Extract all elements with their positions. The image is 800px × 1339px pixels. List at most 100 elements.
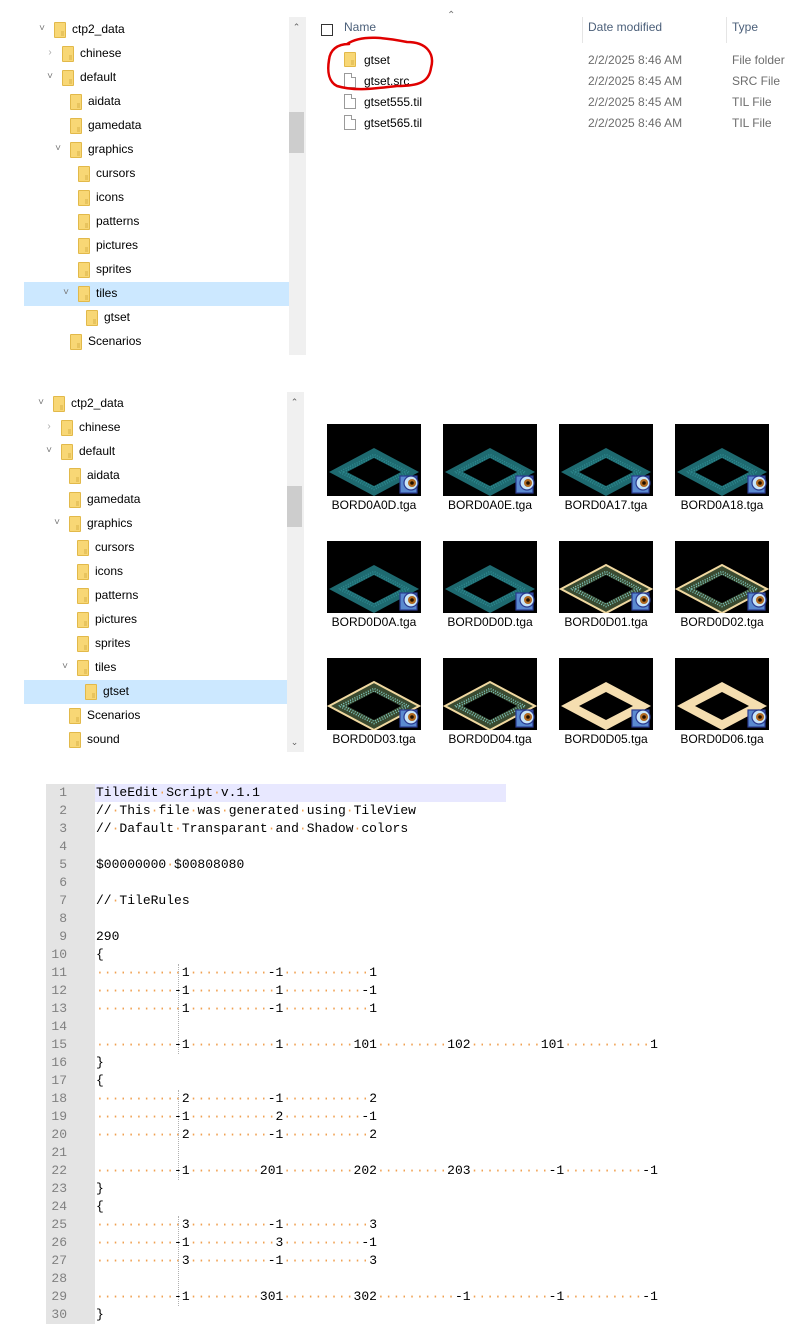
code-line[interactable]: 14 <box>46 1018 506 1036</box>
code-line[interactable]: 18 ···········2··········-1···········2 <box>46 1090 506 1108</box>
code-line[interactable]: 24 { <box>46 1198 506 1216</box>
tree-item-gtset[interactable]: gtset <box>24 680 289 704</box>
tree-item-sprites[interactable]: sprites <box>24 632 289 656</box>
tree-item-pictures[interactable]: pictures <box>24 234 289 258</box>
chevron-right-icon[interactable]: › <box>44 47 56 59</box>
chevron-down-icon[interactable]: ˅ <box>59 661 71 673</box>
tree-item-aidata[interactable]: aidata <box>24 90 289 114</box>
tree-item-ctp2_data[interactable]: ˅ ctp2_data <box>24 392 289 416</box>
thumbnail-item[interactable]: BORD0D02.tga <box>658 502 769 629</box>
code-line[interactable]: 16} <box>46 1054 506 1072</box>
file-row[interactable]: gtset555.til 2/2/2025 8:45 AM TIL File <box>310 91 800 112</box>
code-line[interactable]: 15 ··········-1···········1·········101··… <box>46 1036 658 1054</box>
thumbnail-item[interactable]: BORD0A0E.tga <box>426 385 537 512</box>
thumbnail-item[interactable]: BORD0D03.tga <box>310 619 421 746</box>
tree-item-icons[interactable]: icons <box>24 186 289 210</box>
tree-item-scenarios[interactable]: Scenarios <box>24 330 289 354</box>
code-editor[interactable]: 1 TileEdit·Script·v.1.1 2 //·This·file·was·… <box>46 784 658 1324</box>
file-row[interactable]: gtset565.til 2/2/2025 8:46 AM TIL File <box>310 112 800 133</box>
code-line[interactable]: 21 <box>46 1144 506 1162</box>
tree-item-default[interactable]: ˅ default <box>24 440 289 464</box>
tree-scrollbar[interactable]: ⌃ <box>289 17 306 355</box>
code-line[interactable]: 23} <box>46 1180 506 1198</box>
chevron-down-icon[interactable]: ˅ <box>35 397 47 409</box>
tree-item-cursors[interactable]: cursors <box>24 162 289 186</box>
column-header-date-modified[interactable]: Date modified <box>588 20 662 42</box>
scroll-up-arrow-icon[interactable]: ⌃ <box>287 395 302 409</box>
tree-item-aidata[interactable]: aidata <box>24 464 289 488</box>
file-row[interactable]: gtset 2/2/2025 8:46 AM File folder <box>310 49 800 70</box>
scrollbar-thumb[interactable] <box>289 112 304 153</box>
code-line[interactable]: 4 <box>46 838 506 856</box>
chevron-down-icon[interactable]: ˅ <box>60 287 72 299</box>
tree-item-chinese[interactable]: › chinese <box>24 416 289 440</box>
code-line[interactable]: 10 { <box>46 946 506 964</box>
thumbnail-item[interactable]: BORD0D0D.tga <box>426 502 537 629</box>
tree-item-gtset[interactable]: gtset <box>24 306 289 330</box>
column-divider[interactable] <box>726 17 727 43</box>
tree-scrollbar[interactable]: ⌃ ⌄ <box>287 392 304 752</box>
chevron-down-icon[interactable]: ˅ <box>43 445 55 457</box>
tree-item-scenarios[interactable]: Scenarios <box>24 704 289 728</box>
scrollbar-thumb[interactable] <box>287 486 302 527</box>
tree-item-ctp2_data[interactable]: ˅ ctp2_data <box>24 18 289 42</box>
code-line[interactable]: 12 ··········-1···········1··········-1 <box>46 982 506 1000</box>
tree-item-pictures[interactable]: pictures <box>24 608 289 632</box>
code-line[interactable]: 29 ··········-1·········301·········302··… <box>46 1288 658 1306</box>
tree-item-cursors[interactable]: cursors <box>24 536 289 560</box>
chevron-down-icon[interactable]: ˅ <box>44 71 56 83</box>
thumbnail-item[interactable]: BORD0D01.tga <box>542 502 653 629</box>
tree-item-tiles[interactable]: ˅ tiles <box>24 282 289 306</box>
tree-item-sprites[interactable]: sprites <box>24 258 289 282</box>
code-line[interactable]: 28 <box>46 1270 506 1288</box>
thumbnail-item[interactable]: BORD0A0D.tga <box>310 385 421 512</box>
thumbnail-item[interactable]: BORD0D04.tga <box>426 619 537 746</box>
file-row[interactable]: gtset.src 2/2/2025 8:45 AM SRC File <box>310 70 800 91</box>
chevron-down-icon[interactable]: ˅ <box>51 517 63 529</box>
code-line[interactable]: 27 ···········3··········-1···········3 <box>46 1252 506 1270</box>
code-line[interactable]: 13 ···········1··········-1···········1 <box>46 1000 506 1018</box>
thumbnail-item[interactable]: BORD0A17.tga <box>542 385 653 512</box>
chevron-down-icon[interactable]: ˅ <box>36 23 48 35</box>
code-line[interactable]: 1 TileEdit·Script·v.1.1 <box>46 784 506 802</box>
tree-item-icons[interactable]: icons <box>24 560 289 584</box>
tree-item-graphics[interactable]: ˅ graphics <box>24 512 289 536</box>
thumbnail-item[interactable]: BORD0A18.tga <box>658 385 769 512</box>
code-line[interactable]: 19 ··········-1···········2··········-1 <box>46 1108 506 1126</box>
code-line[interactable]: 17 { <box>46 1072 506 1090</box>
code-line[interactable]: 9 290 <box>46 928 506 946</box>
chevron-right-icon[interactable]: › <box>43 421 55 433</box>
code-line[interactable]: 20 ···········2··········-1···········2 <box>46 1126 506 1144</box>
code-line[interactable]: 22 ··········-1·········201·········202··… <box>46 1162 658 1180</box>
tree-item-gamedata[interactable]: gamedata <box>24 488 289 512</box>
scroll-up-arrow-icon[interactable]: ⌃ <box>289 20 304 34</box>
code-line[interactable]: 2 //·This·file·was·generated·using·TileVi… <box>46 802 506 820</box>
column-header-name[interactable]: Name <box>344 20 376 42</box>
tree-item-gamedata[interactable]: gamedata <box>24 114 289 138</box>
tree-item-sound[interactable]: sound <box>24 728 289 752</box>
select-all-checkbox[interactable] <box>321 24 333 36</box>
column-header-type[interactable]: Type <box>732 20 758 42</box>
scroll-down-arrow-icon[interactable]: ⌄ <box>287 735 302 749</box>
tree-item-patterns[interactable]: patterns <box>24 210 289 234</box>
code-line[interactable]: 3 //·Dafault·Transparant·and·Shadow·color… <box>46 820 506 838</box>
tree-item-graphics[interactable]: ˅ graphics <box>24 138 289 162</box>
code-line[interactable]: 30} <box>46 1306 506 1324</box>
code-line[interactable]: 8 <box>46 910 506 928</box>
tree-item-default[interactable]: ˅ default <box>24 66 289 90</box>
thumbnail-item[interactable]: BORD0D05.tga <box>542 619 653 746</box>
tree-item-tiles[interactable]: ˅ tiles <box>24 656 289 680</box>
thumbnail-item[interactable]: BORD0D06.tga <box>658 619 769 746</box>
line-number: 1 <box>59 785 67 800</box>
column-divider[interactable] <box>582 17 583 43</box>
tree-item-chinese[interactable]: › chinese <box>24 42 289 66</box>
thumbnail-item[interactable]: BORD0D0A.tga <box>310 502 421 629</box>
code-line[interactable]: 7 //·TileRules <box>46 892 506 910</box>
code-line[interactable]: 5 $00000000·$00808080 <box>46 856 506 874</box>
chevron-down-icon[interactable]: ˅ <box>52 143 64 155</box>
code-line[interactable]: 25 ···········3··········-1···········3 <box>46 1216 506 1234</box>
code-line[interactable]: 11 ···········1··········-1···········1 <box>46 964 506 982</box>
tree-item-patterns[interactable]: patterns <box>24 584 289 608</box>
code-line[interactable]: 6 <box>46 874 506 892</box>
code-line[interactable]: 26 ··········-1···········3··········-1 <box>46 1234 506 1252</box>
